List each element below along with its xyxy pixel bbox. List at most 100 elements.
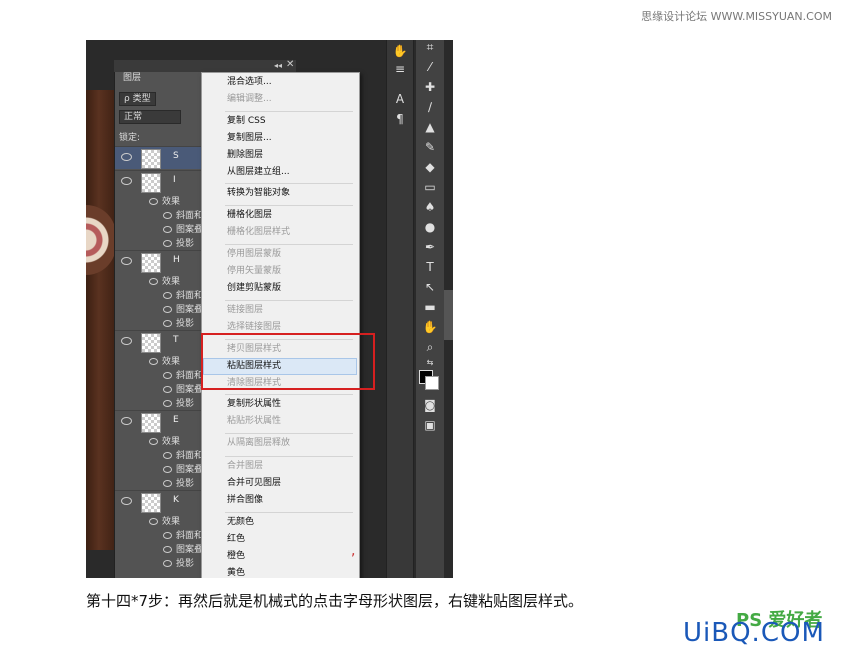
menu-separator bbox=[225, 394, 353, 395]
zoom-tool-icon[interactable]: ⌕ bbox=[416, 340, 444, 355]
menu-item[interactable]: 从图层建立组... bbox=[227, 166, 290, 178]
layer-name: E bbox=[173, 415, 179, 425]
menu-item[interactable]: 合并可见图层 bbox=[227, 477, 281, 489]
menu-item[interactable]: 复制图层... bbox=[227, 132, 272, 144]
layer-thumbnail bbox=[141, 149, 161, 169]
layer-thumbnail bbox=[141, 493, 161, 513]
dodge-tool-icon[interactable]: ● bbox=[416, 220, 444, 234]
gradient-tool-icon[interactable]: ▭ bbox=[416, 180, 444, 194]
menu-item[interactable]: 转换为智能对象 bbox=[227, 187, 290, 199]
path-select-icon[interactable]: ↖ bbox=[416, 280, 444, 294]
menu-separator bbox=[225, 433, 353, 434]
lock-label: 锁定: bbox=[119, 133, 141, 143]
eye-icon bbox=[163, 386, 172, 393]
eye-icon bbox=[149, 198, 158, 205]
menu-item[interactable]: 拼合图像 bbox=[227, 494, 263, 506]
eraser-icon[interactable]: ◆ bbox=[416, 160, 444, 174]
layer-row[interactable]: K bbox=[115, 490, 215, 513]
menu-item: 栅格化图层样式 bbox=[227, 227, 291, 237]
eye-icon bbox=[163, 560, 172, 567]
stamp-tool-icon[interactable]: ▲ bbox=[416, 120, 444, 134]
layer-row[interactable]: S bbox=[115, 146, 215, 169]
effect-item: 投影 bbox=[163, 556, 194, 569]
menu-separator bbox=[225, 512, 353, 513]
eye-icon[interactable] bbox=[121, 177, 132, 185]
eye-icon[interactable] bbox=[121, 337, 132, 345]
layer-row[interactable]: T bbox=[115, 330, 215, 353]
eye-icon[interactable] bbox=[121, 417, 132, 425]
layer-row[interactable]: E bbox=[115, 410, 215, 433]
blur-tool-icon[interactable]: ♠ bbox=[416, 200, 444, 214]
paragraph-icon[interactable]: ¶ bbox=[387, 112, 413, 126]
layer-thumbnail bbox=[141, 413, 161, 433]
pen-tool-icon[interactable]: ✒ bbox=[416, 240, 444, 254]
layer-row[interactable]: H bbox=[115, 250, 215, 273]
effect-item: 投影 bbox=[163, 476, 194, 489]
menu-separator bbox=[225, 205, 353, 206]
red-mark: , bbox=[351, 543, 356, 559]
background-color-swatch[interactable] bbox=[425, 376, 439, 390]
history-brush-icon[interactable]: ✎ bbox=[416, 140, 444, 154]
effects-row: 效果 bbox=[149, 354, 180, 367]
layer-thumbnail bbox=[141, 333, 161, 353]
eye-icon bbox=[163, 306, 172, 313]
hand-tool-icon[interactable]: ✋ bbox=[416, 320, 444, 334]
effect-item: 斜面和 bbox=[163, 208, 203, 221]
layer-row[interactable]: I bbox=[115, 170, 215, 193]
quick-mask-icon[interactable]: ◙ bbox=[416, 398, 444, 412]
blend-mode-select[interactable]: 正常 bbox=[119, 110, 181, 124]
menu-item[interactable]: 创建剪贴蒙版 bbox=[227, 282, 281, 294]
layer-name: H bbox=[173, 255, 180, 265]
effect-item: 图案叠 bbox=[163, 302, 203, 315]
character-icon[interactable]: A bbox=[387, 92, 413, 106]
eye-icon[interactable] bbox=[121, 497, 132, 505]
effect-item: 斜面和 bbox=[163, 528, 203, 541]
eye-icon[interactable] bbox=[121, 257, 132, 265]
layer-name: S bbox=[173, 151, 179, 161]
mid-toolbar: ✋ ≡ A ¶ bbox=[386, 40, 414, 578]
menu-item: 选择链接图层 bbox=[227, 322, 282, 332]
eye-icon bbox=[163, 532, 172, 539]
menu-item: 粘贴形状属性 bbox=[227, 416, 282, 426]
hand-tool-icon[interactable]: ✋ bbox=[387, 44, 413, 58]
menu-item[interactable]: 橙色 bbox=[227, 550, 245, 562]
menu-item[interactable]: 删除图层 bbox=[227, 149, 263, 161]
menu-item[interactable]: 栅格化图层 bbox=[227, 209, 272, 221]
swap-colors-icon[interactable]: ⇆ bbox=[416, 358, 444, 367]
watermark-text: 思缘设计论坛 WWW.MISSYUAN.COM bbox=[641, 10, 832, 23]
menu-item[interactable]: 无颜色 bbox=[227, 516, 254, 528]
eye-icon[interactable] bbox=[121, 153, 132, 161]
layer-name: I bbox=[173, 175, 176, 185]
menu-item[interactable]: 红色 bbox=[227, 533, 245, 545]
crop-tool-icon[interactable]: ⌗ bbox=[416, 40, 444, 55]
photoshop-screenshot: 图层 ρ 类型 正常 锁定: S I 效果 斜面和 图案叠 投影 H 效果 斜面… bbox=[86, 40, 453, 578]
close-panel-icon[interactable]: ✕ bbox=[286, 59, 294, 70]
panel-edge bbox=[444, 290, 453, 340]
caption-text: 第十四*7步：再然后就是机械式的点击字母形状图层，右键粘贴图层样式。 bbox=[86, 592, 584, 610]
eye-icon bbox=[149, 518, 158, 525]
menu-item[interactable]: 复制 CSS bbox=[227, 115, 266, 127]
menu-separator bbox=[225, 244, 353, 245]
highlight-box bbox=[201, 333, 375, 390]
layer-filter[interactable]: ρ 类型 bbox=[119, 92, 156, 106]
eye-icon bbox=[163, 372, 172, 379]
effect-item: 投影 bbox=[163, 396, 194, 409]
menu-item[interactable]: 混合选项... bbox=[227, 76, 272, 88]
collapse-panel-icon[interactable]: ◂◂ bbox=[274, 61, 282, 70]
effect-item: 图案叠 bbox=[163, 462, 203, 475]
menu-item: 停用图层蒙版 bbox=[227, 249, 282, 259]
eyedropper-icon[interactable]: ⁄ bbox=[416, 60, 444, 74]
eye-icon bbox=[163, 226, 172, 233]
sliders-icon[interactable]: ≡ bbox=[387, 62, 413, 76]
tab-layers[interactable]: 图层 bbox=[119, 71, 146, 85]
shape-tool-icon[interactable]: ▬ bbox=[416, 300, 444, 314]
menu-item[interactable]: 复制形状属性 bbox=[227, 398, 281, 410]
menu-item[interactable]: 黄色 bbox=[227, 567, 245, 578]
menu-item: 链接图层 bbox=[227, 305, 264, 315]
layer-thumbnail bbox=[141, 253, 161, 273]
healing-brush-icon[interactable]: ✚ bbox=[416, 80, 444, 94]
type-tool-icon[interactable]: T bbox=[416, 260, 444, 274]
eye-icon bbox=[163, 320, 172, 327]
screen-mode-icon[interactable]: ▣ bbox=[416, 418, 444, 432]
brush-tool-icon[interactable]: ∕ bbox=[416, 100, 444, 114]
